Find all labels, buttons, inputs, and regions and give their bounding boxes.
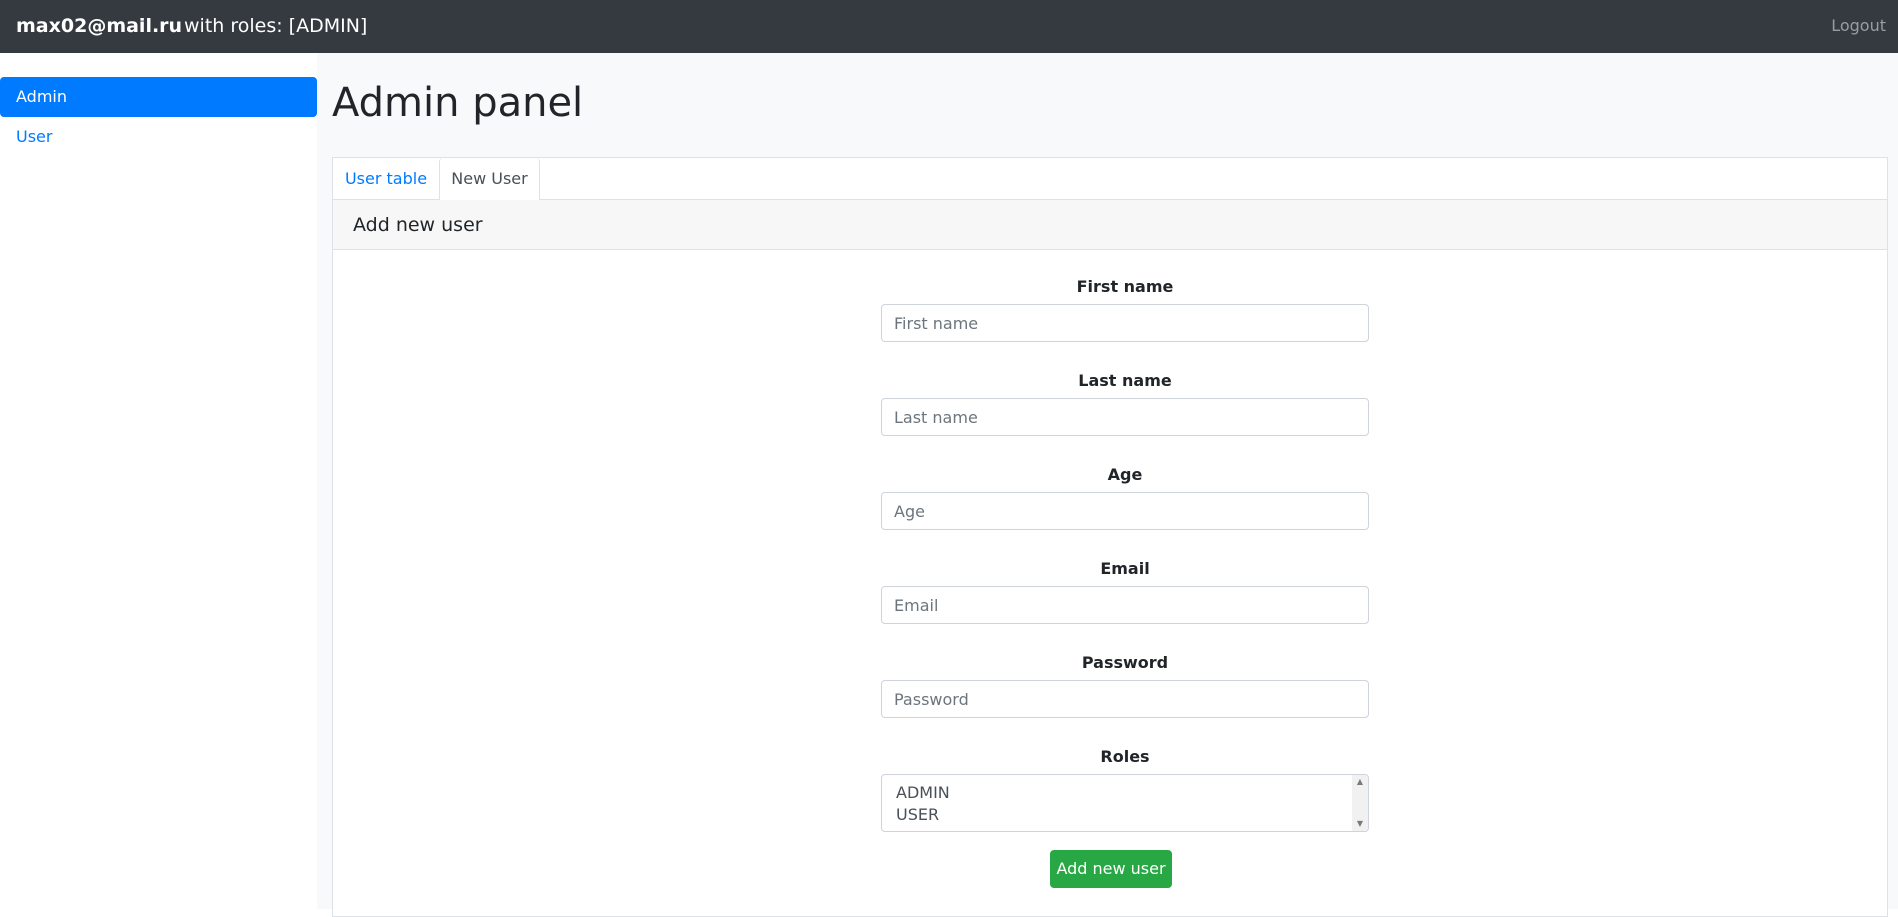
first-name-label: First name: [1076, 277, 1174, 296]
user-email: max02@mail.ru: [16, 15, 183, 37]
password-input[interactable]: [881, 680, 1369, 718]
role-option-admin[interactable]: ADMIN: [896, 782, 950, 804]
main-content: Admin panel User table New User Add new …: [317, 53, 1898, 917]
logout-link[interactable]: Logout: [1831, 15, 1886, 37]
scroll-down-arrow-icon[interactable]: ▼: [1352, 817, 1368, 831]
section-title: Add new user: [353, 214, 483, 236]
sidebar: Admin User: [0, 53, 317, 909]
email-input[interactable]: [881, 586, 1369, 624]
roles-scrollbar[interactable]: ▲ ▼: [1352, 775, 1368, 831]
top-navbar: max02@mail.ru with roles: [ADMIN] Logout: [0, 0, 1898, 53]
age-input[interactable]: [881, 492, 1369, 530]
sidebar-item-user[interactable]: User: [0, 117, 317, 157]
roles-select[interactable]: ADMIN USER ▲ ▼: [881, 774, 1369, 832]
sidebar-item-admin[interactable]: Admin: [0, 77, 317, 117]
first-name-input[interactable]: [881, 304, 1369, 342]
tab-user-table[interactable]: User table: [333, 158, 439, 200]
add-new-user-button[interactable]: Add new user: [1050, 850, 1172, 888]
password-label: Password: [1081, 653, 1169, 672]
scroll-up-arrow-icon[interactable]: ▲: [1352, 775, 1368, 789]
section-header: Add new user: [333, 200, 1887, 250]
tab-new-user[interactable]: New User: [439, 158, 540, 201]
last-name-label: Last name: [1078, 371, 1172, 390]
age-label: Age: [1107, 465, 1143, 484]
user-roles-text: with roles: [ADMIN]: [184, 15, 368, 37]
email-label: Email: [1100, 559, 1150, 578]
admin-card: User table New User Add new user First n…: [332, 157, 1888, 917]
last-name-input[interactable]: [881, 398, 1369, 436]
page-title: Admin panel: [332, 80, 584, 126]
role-option-user[interactable]: USER: [896, 804, 939, 826]
tab-bar: User table New User: [333, 158, 1887, 201]
roles-label: Roles: [1100, 747, 1150, 766]
